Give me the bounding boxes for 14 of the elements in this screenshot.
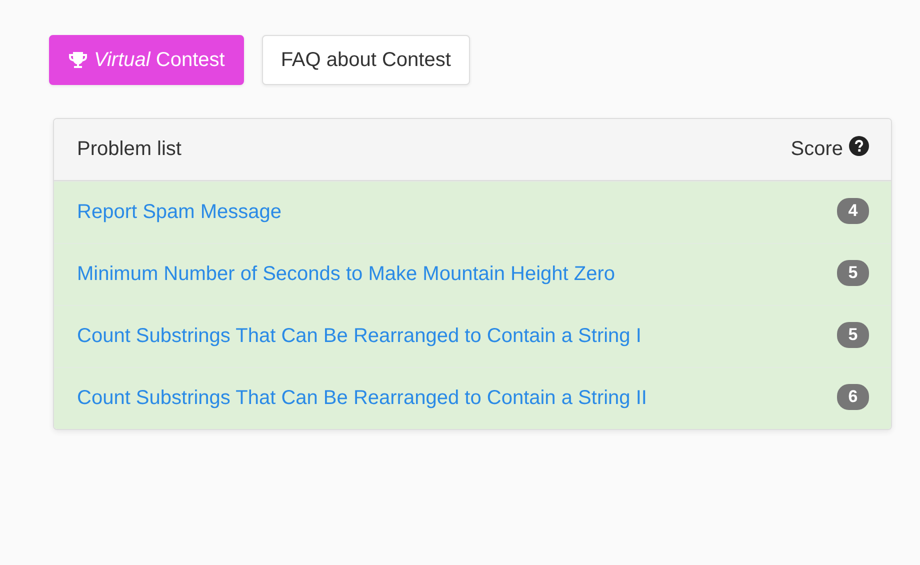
score-badge: 5 (837, 322, 869, 348)
score-header: Score (790, 138, 843, 161)
virtual-contest-button[interactable]: Virtual Contest (49, 35, 244, 85)
problem-link[interactable]: Count Substrings That Can Be Rearranged to Contain a String II (77, 387, 647, 410)
faq-button[interactable]: FAQ about Contest (262, 35, 470, 85)
problem-link[interactable]: Report Spam Message (77, 201, 282, 224)
problem-link[interactable]: Count Substrings That Can Be Rearranged to Contain a String I (77, 325, 642, 348)
score-badge: 6 (837, 384, 869, 410)
trophy-icon (68, 50, 88, 70)
score-badge: 4 (837, 198, 869, 224)
score-badge: 5 (837, 260, 869, 286)
help-icon[interactable] (849, 136, 869, 156)
problem-link[interactable]: Minimum Number of Seconds to Make Mountain Height Zero (77, 263, 616, 286)
panel-title: Problem list (77, 138, 182, 161)
